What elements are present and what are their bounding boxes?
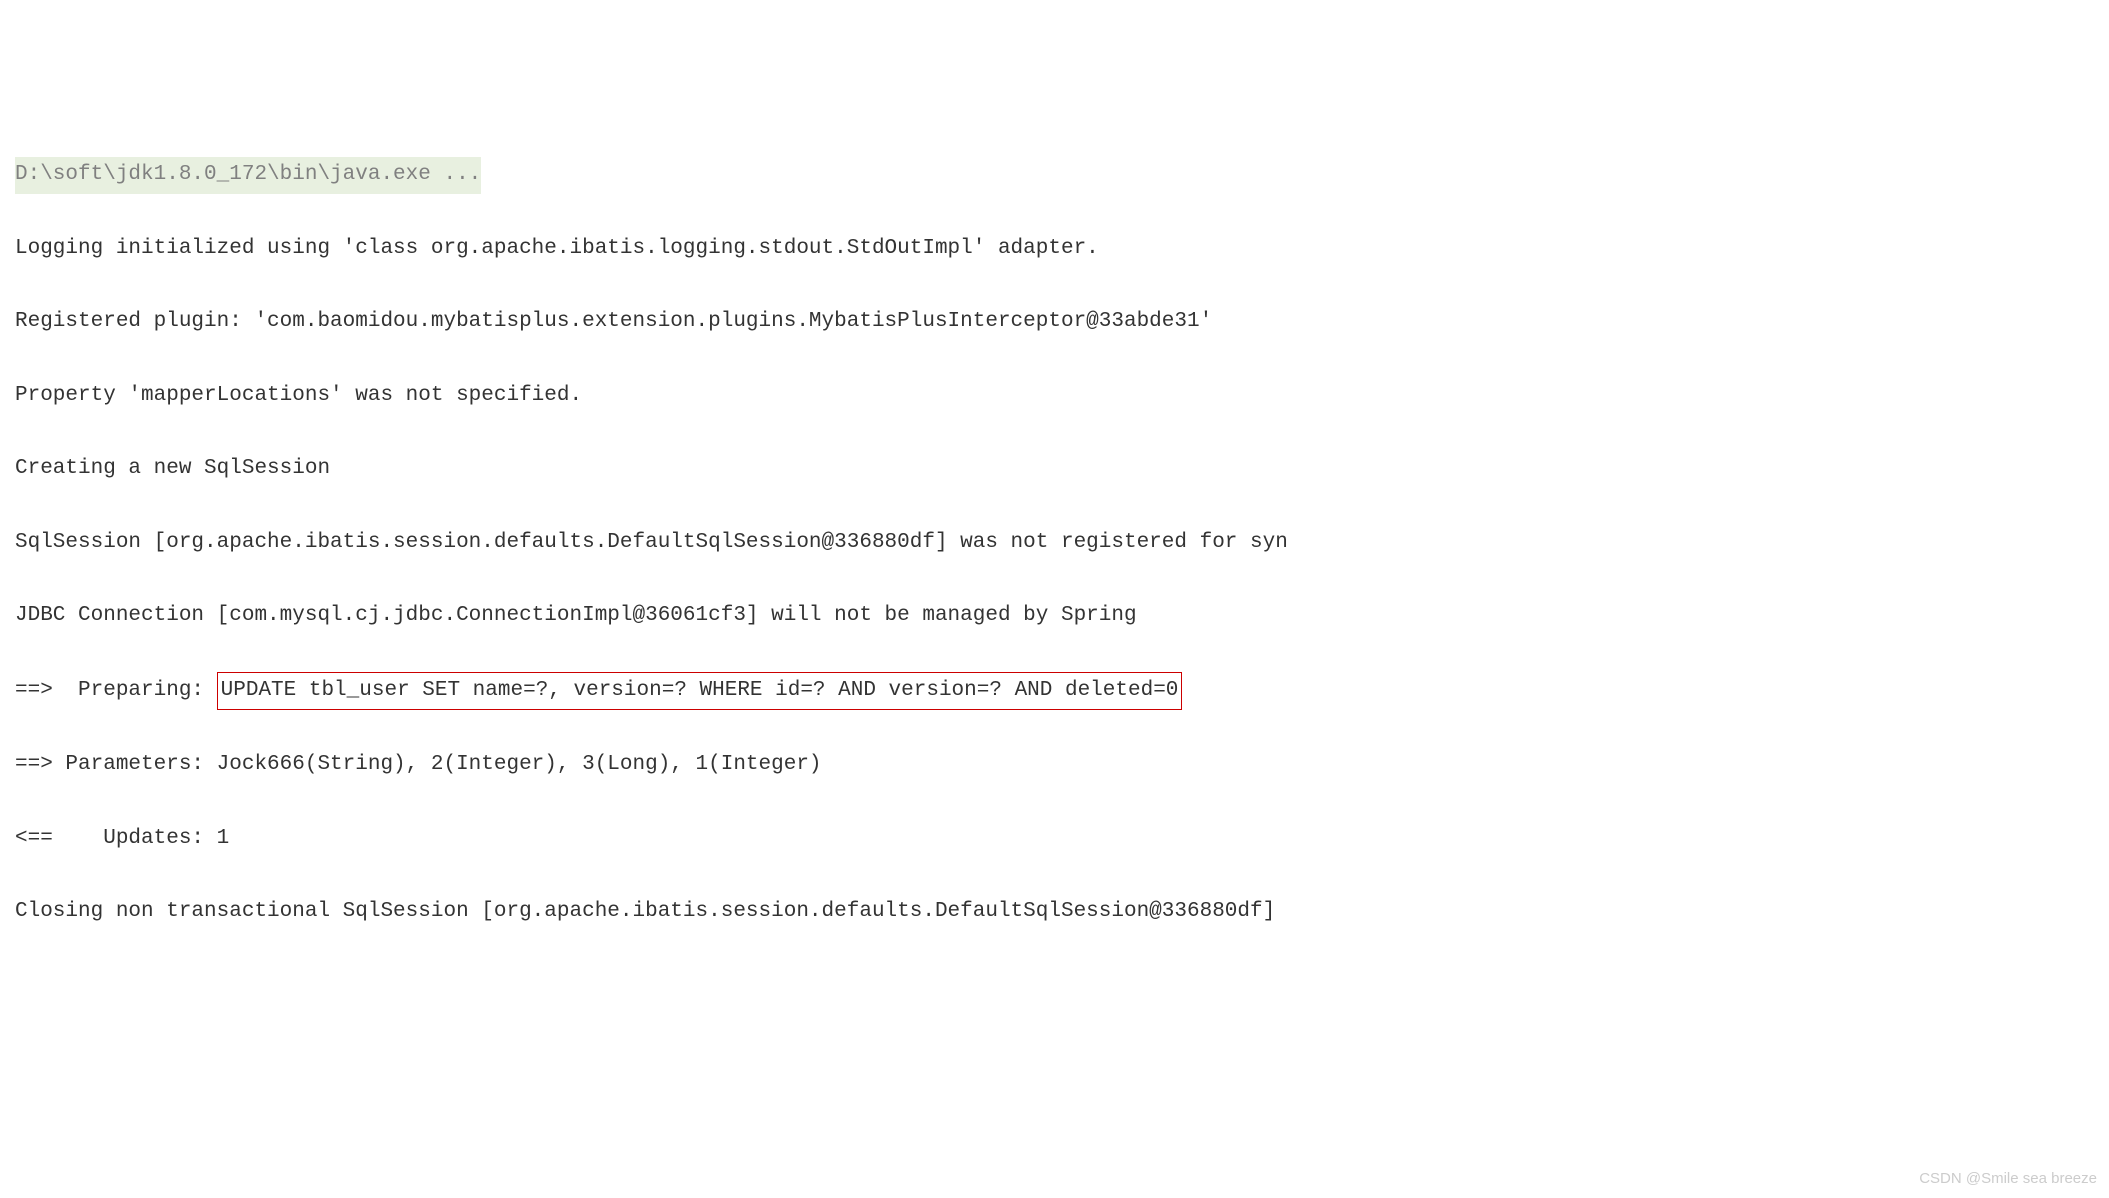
log-updates-count: <== Updates: 1 — [15, 821, 2094, 858]
log-parameters: ==> Parameters: Jock666(String), 2(Integ… — [15, 747, 2094, 784]
log-logging-init: Logging initialized using 'class org.apa… — [15, 231, 2094, 268]
preparing-prefix: ==> Preparing: — [15, 679, 217, 702]
log-closing-session: Closing non transactional SqlSession [or… — [15, 894, 2094, 931]
log-property-warning: Property 'mapperLocations' was not speci… — [15, 378, 2094, 415]
java-command-line: D:\soft\jdk1.8.0_172\bin\java.exe ... — [15, 157, 481, 194]
watermark-text: CSDN @Smile sea breeze — [1919, 1166, 2097, 1192]
log-jdbc-connection: JDBC Connection [com.mysql.cj.jdbc.Conne… — [15, 598, 2094, 635]
log-preparing-sql: ==> Preparing: UPDATE tbl_user SET name=… — [15, 672, 2094, 711]
log-sqlsession-info: SqlSession [org.apache.ibatis.session.de… — [15, 525, 2094, 562]
sql-highlighted-box: UPDATE tbl_user SET name=?, version=? WH… — [217, 672, 1183, 711]
log-plugin-registered: Registered plugin: 'com.baomidou.mybatis… — [15, 304, 2094, 341]
log-creating-session: Creating a new SqlSession — [15, 451, 2094, 488]
console-output: D:\soft\jdk1.8.0_172\bin\java.exe ... — [15, 157, 2094, 194]
